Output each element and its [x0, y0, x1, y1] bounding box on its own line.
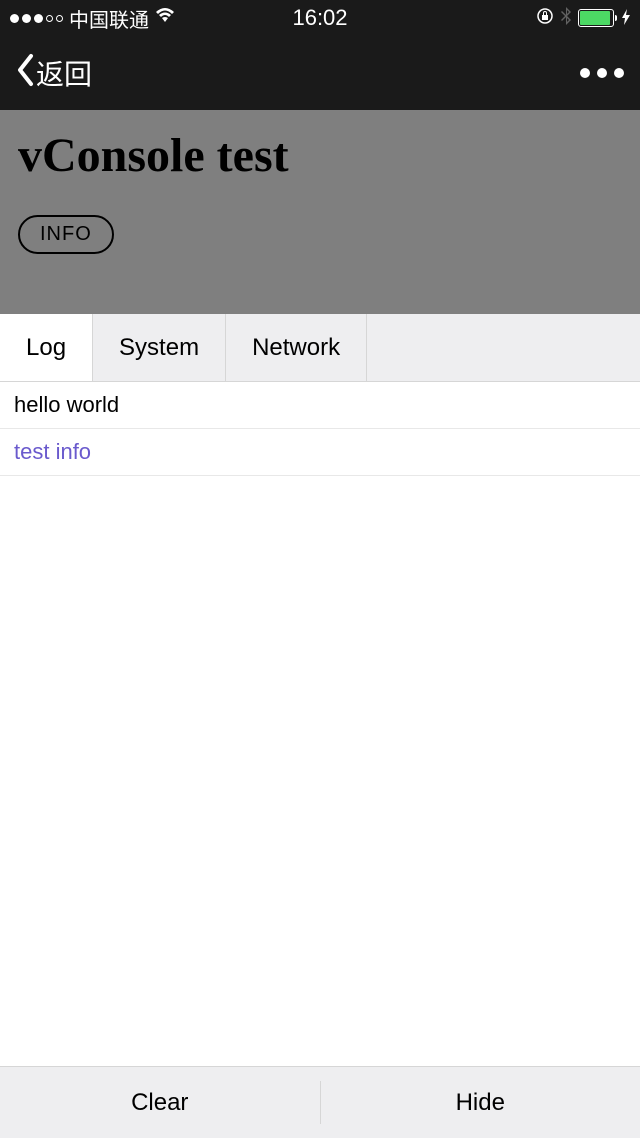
nav-bar: 返回 [0, 36, 640, 110]
back-label: 返回 [36, 53, 92, 93]
more-button[interactable] [580, 68, 624, 78]
log-entry-info: test info [0, 429, 640, 476]
carrier-label: 中国联通 [69, 4, 149, 33]
back-button[interactable]: 返回 [16, 53, 92, 93]
more-dots-icon [614, 68, 624, 78]
tab-system[interactable]: System [93, 314, 226, 381]
charging-icon [622, 9, 630, 28]
wifi-icon [155, 8, 175, 29]
status-time: 16:02 [292, 5, 347, 31]
status-left: 中国联通 [10, 4, 175, 33]
log-entry: hello world [0, 382, 640, 429]
vconsole-footer: Clear Hide [0, 1066, 640, 1138]
signal-strength-icon [10, 14, 63, 23]
orientation-lock-icon [536, 7, 554, 30]
chevron-left-icon [16, 53, 34, 93]
modal-overlay [0, 110, 640, 314]
more-dots-icon [580, 68, 590, 78]
clear-button[interactable]: Clear [0, 1067, 320, 1138]
vconsole-panel: Log System Network hello world test info… [0, 314, 640, 1138]
more-dots-icon [597, 68, 607, 78]
bluetooth-icon [560, 7, 572, 30]
log-area[interactable]: hello world test info [0, 382, 640, 1066]
tab-network[interactable]: Network [226, 314, 367, 381]
status-bar: 中国联通 16:02 [0, 0, 640, 36]
battery-icon [578, 9, 614, 27]
vconsole-tabs: Log System Network [0, 314, 640, 382]
hide-button[interactable]: Hide [321, 1067, 640, 1138]
status-right [536, 7, 630, 30]
tab-log[interactable]: Log [0, 314, 93, 381]
